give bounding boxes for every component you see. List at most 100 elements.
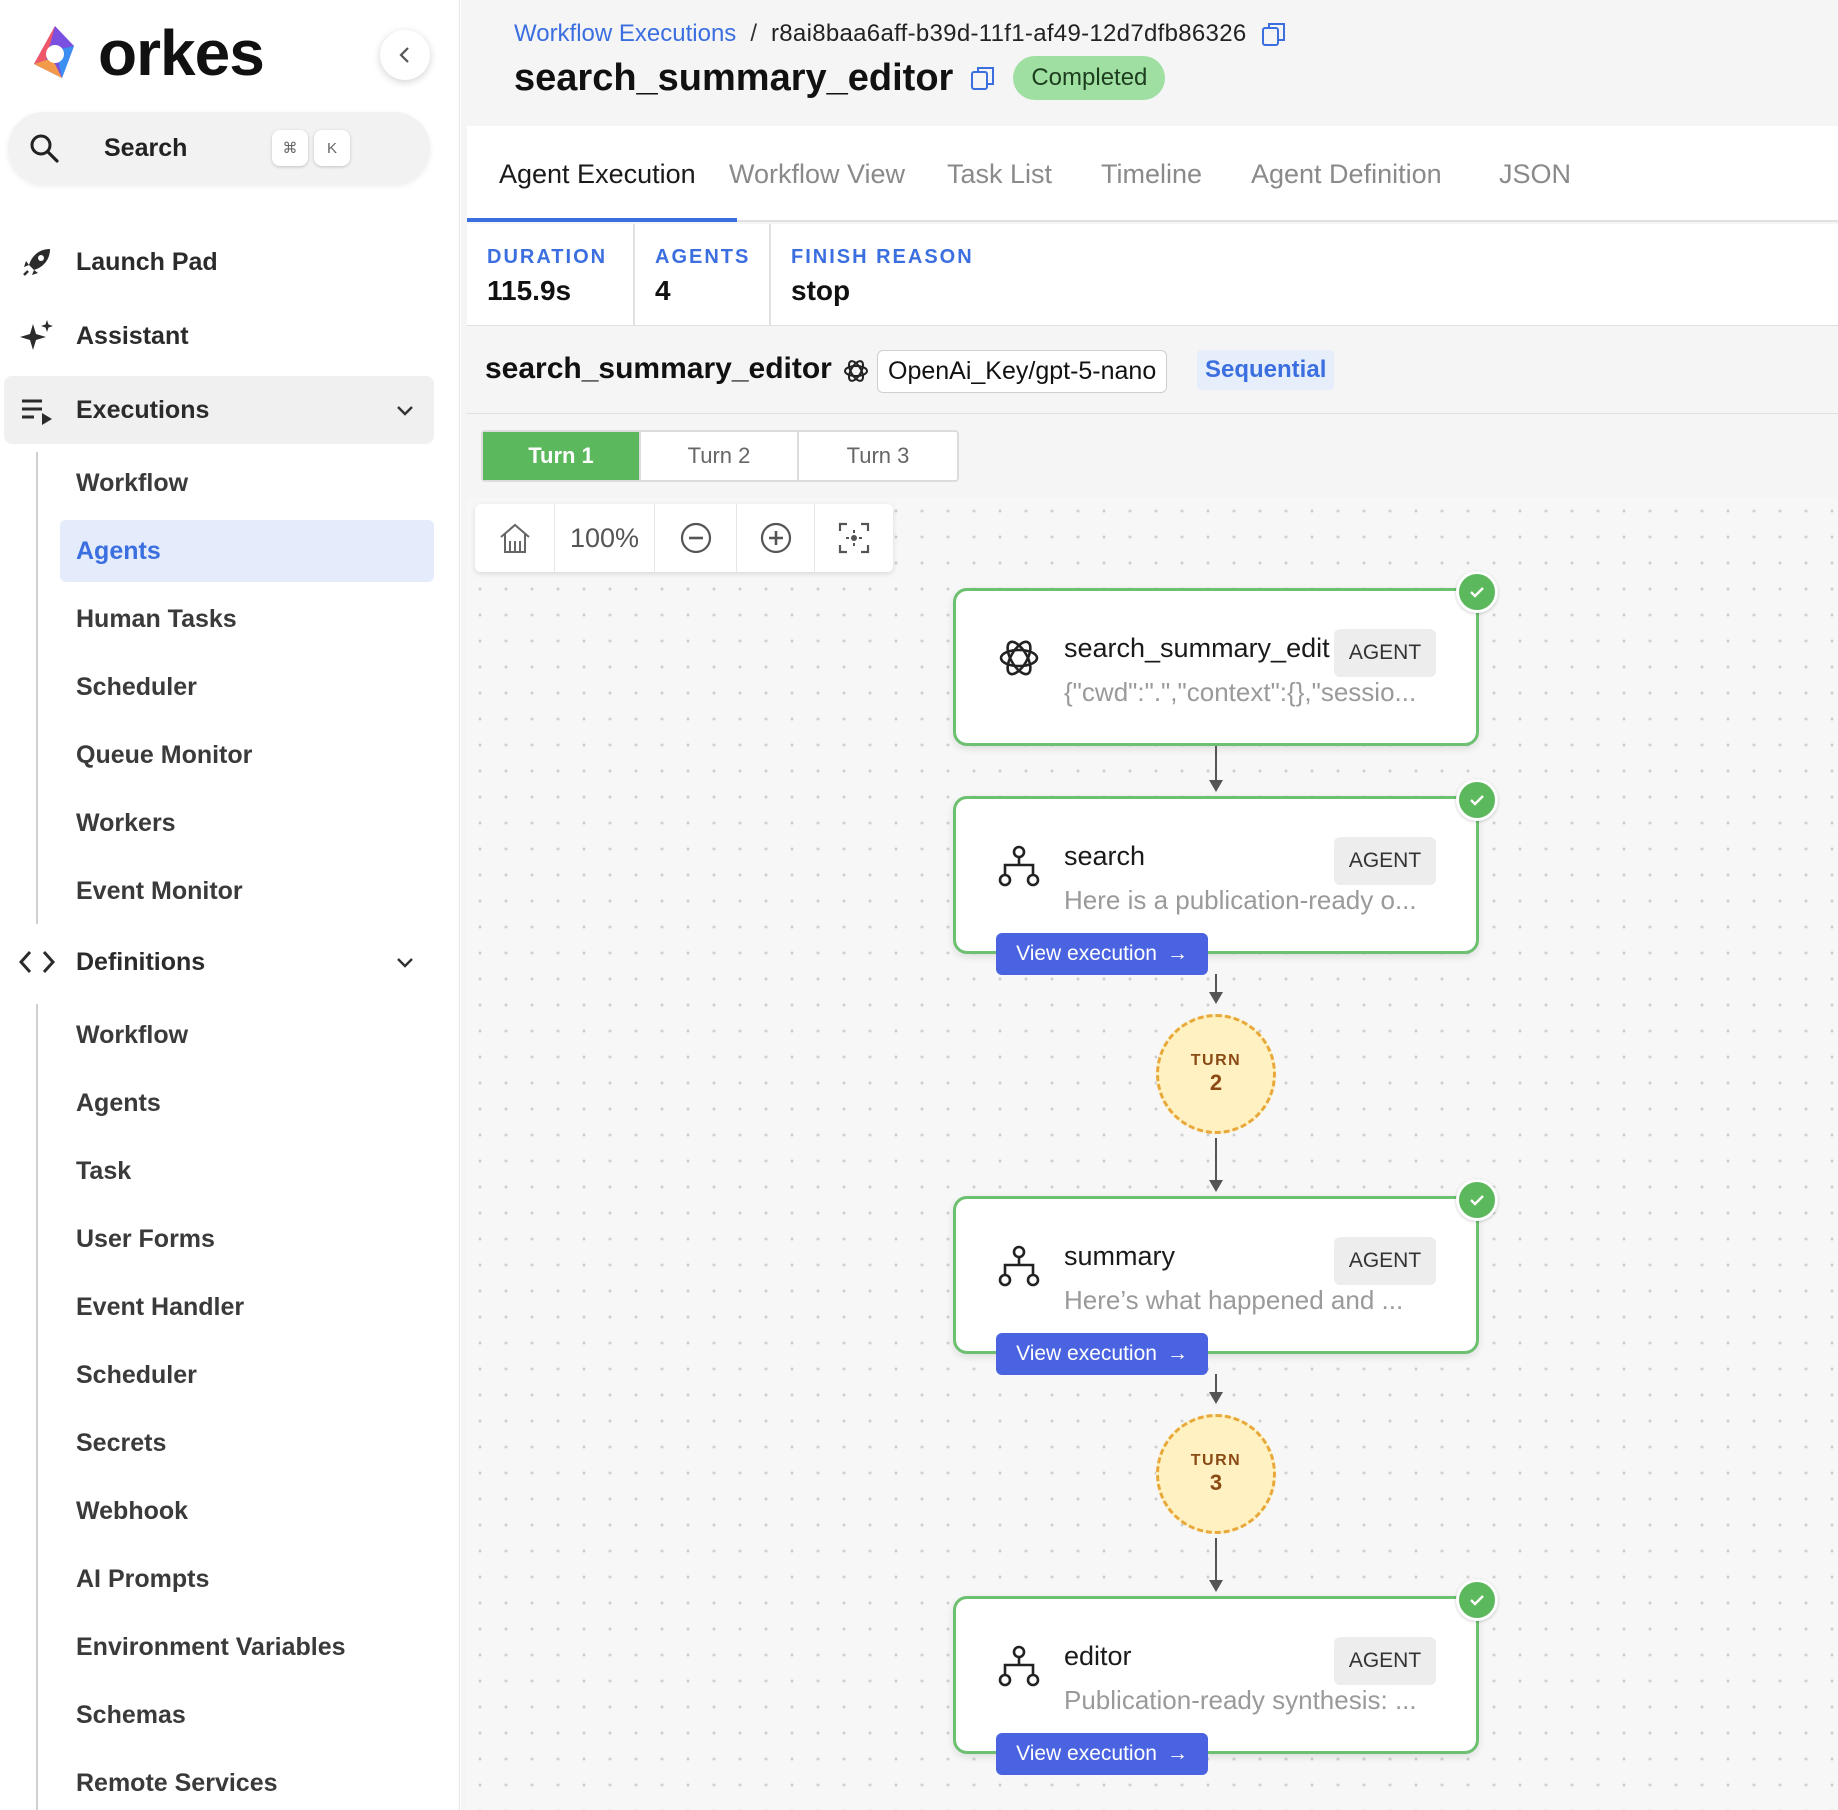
- arrow-right-icon: →: [1166, 942, 1188, 965]
- nav-assistant[interactable]: Assistant: [0, 304, 460, 368]
- search-label: Search: [104, 133, 188, 162]
- view-execution-button[interactable]: View execution →: [996, 933, 1208, 975]
- copy-icon[interactable]: [969, 64, 997, 92]
- def-ai-prompts-label: AI Prompts: [76, 1564, 210, 1593]
- def-workflow[interactable]: Workflow: [60, 1004, 434, 1066]
- tab-workflow-view[interactable]: Workflow View: [729, 126, 905, 222]
- zoom-out-button[interactable]: [655, 504, 737, 572]
- edge-arrowhead: [1209, 1392, 1223, 1404]
- tab-task-list[interactable]: Task List: [947, 126, 1052, 222]
- stat-duration-value: 115.9s: [487, 275, 572, 306]
- home-icon: [499, 523, 530, 553]
- nav-executions-label: Executions: [76, 395, 210, 424]
- chevron-down-icon: [397, 406, 413, 416]
- node-title: search_summary_edit: [1064, 633, 1330, 663]
- fit-view-button[interactable]: [815, 504, 893, 572]
- tab-agent-execution[interactable]: Agent Execution: [499, 126, 696, 222]
- def-task[interactable]: Task: [60, 1140, 434, 1202]
- exec-agents[interactable]: Agents: [60, 520, 434, 582]
- logo-text: orkes: [98, 17, 265, 89]
- turn-marker-number: 3: [1209, 1470, 1223, 1495]
- agent-node-search[interactable]: search AGENT Here is a publication-ready…: [953, 779, 1498, 975]
- shortcut-k-key: K: [314, 130, 350, 166]
- node-title: summary: [1064, 1241, 1176, 1271]
- agent-header: search_summary_editor OpenAi_Key/gpt-5-n…: [467, 328, 1838, 414]
- edge-arrowhead: [1209, 992, 1223, 1004]
- sidebar: orkes Search ⌘ K Launch Pad Assistant Ex…: [0, 0, 460, 1810]
- executions-list-icon: [18, 391, 56, 429]
- definitions-tree-line: [36, 1004, 38, 1810]
- search-input[interactable]: Search ⌘ K: [8, 112, 430, 184]
- tab-agent-definition[interactable]: Agent Definition: [1251, 126, 1442, 222]
- exec-workflow[interactable]: Workflow: [60, 452, 434, 514]
- turn-3-button[interactable]: Turn 3: [799, 432, 957, 480]
- node-output-preview: Here is a publication-ready o...: [1064, 885, 1417, 915]
- agent-node-editor[interactable]: editor AGENT Publication-ready synthesis…: [953, 1579, 1498, 1775]
- edge-connector: [1215, 974, 1217, 994]
- turn-2-button[interactable]: Turn 2: [641, 432, 799, 480]
- check-icon: [1456, 1179, 1498, 1221]
- code-brackets-icon: [18, 943, 56, 981]
- agent-node-search-summary-editor[interactable]: search_summary_edit AGENT {"cwd":".","co…: [953, 571, 1498, 746]
- view-execution-button[interactable]: View execution →: [996, 1333, 1208, 1375]
- def-schemas[interactable]: Schemas: [60, 1684, 434, 1746]
- stat-duration: DURATION 115.9s: [467, 224, 627, 326]
- exec-human-tasks[interactable]: Human Tasks: [60, 588, 434, 650]
- def-scheduler-label: Scheduler: [76, 1360, 197, 1389]
- execution-id: r8ai8baa6aff-b39d-11f1-af49-12d7dfb86326: [770, 20, 1247, 47]
- zoom-level: 100%: [555, 504, 655, 572]
- nav-executions[interactable]: Executions: [0, 378, 460, 442]
- tab-timeline[interactable]: Timeline: [1101, 126, 1202, 222]
- nav-launch-pad[interactable]: Launch Pad: [0, 230, 460, 294]
- rocket-icon: [18, 243, 56, 281]
- stat-finish-label: FINISH REASON: [791, 246, 974, 268]
- zoom-in-icon: [760, 522, 791, 554]
- orkes-logo[interactable]: orkes: [22, 17, 265, 89]
- stat-agents: AGENTS 4: [635, 224, 770, 326]
- view-execution-button[interactable]: View execution →: [996, 1733, 1208, 1775]
- exec-queue-monitor[interactable]: Queue Monitor: [60, 724, 434, 786]
- page-title: search_summary_editor: [514, 56, 954, 99]
- executions-tree-line: [36, 452, 38, 924]
- model-chip: OpenAi_Key/gpt-5-nano: [877, 350, 1168, 393]
- agent-tree-icon: [998, 1645, 1040, 1687]
- def-event-handler[interactable]: Event Handler: [60, 1276, 434, 1338]
- node-title: editor: [1064, 1641, 1132, 1671]
- nav-definitions[interactable]: Definitions: [0, 930, 460, 994]
- view-execution-label: View execution: [1016, 942, 1157, 965]
- stat-agents-label: AGENTS: [655, 246, 751, 268]
- def-ai-prompts[interactable]: AI Prompts: [60, 1548, 434, 1610]
- def-webhook[interactable]: Webhook: [60, 1480, 434, 1542]
- def-remote-services-label: Remote Services: [76, 1768, 278, 1797]
- edge-arrowhead: [1209, 1580, 1223, 1592]
- def-remote-services[interactable]: Remote Services: [60, 1752, 434, 1810]
- breadcrumb-workflow-executions[interactable]: Workflow Executions: [514, 20, 736, 48]
- exec-event-monitor[interactable]: Event Monitor: [60, 860, 434, 922]
- copy-icon[interactable]: [1260, 20, 1288, 48]
- exec-workers[interactable]: Workers: [60, 792, 434, 854]
- exec-scheduler-label: Scheduler: [76, 672, 197, 701]
- nav-definitions-label: Definitions: [76, 947, 206, 976]
- nav-launch-pad-label: Launch Pad: [76, 247, 218, 276]
- turn-1-button[interactable]: Turn 1: [483, 432, 641, 480]
- def-scheduler[interactable]: Scheduler: [60, 1344, 434, 1406]
- agent-node-summary[interactable]: summary AGENT Here’s what happened and .…: [953, 1179, 1498, 1375]
- def-webhook-label: Webhook: [76, 1496, 189, 1525]
- edge-arrowhead: [1209, 780, 1223, 792]
- collapse-sidebar-button[interactable]: [380, 30, 430, 80]
- exec-agents-label: Agents: [76, 536, 161, 565]
- def-user-forms[interactable]: User Forms: [60, 1208, 434, 1270]
- tab-json[interactable]: JSON: [1499, 126, 1571, 222]
- def-secrets[interactable]: Secrets: [60, 1412, 434, 1474]
- node-title: search: [1064, 841, 1146, 871]
- breadcrumb-separator: /: [750, 20, 757, 47]
- edge-arrowhead: [1209, 1180, 1223, 1192]
- home-button[interactable]: [475, 504, 555, 572]
- graph-canvas[interactable]: 100% search_summary_edit AGENT {"cwd":".…: [467, 498, 1838, 1810]
- node-type-tag: AGENT: [1334, 629, 1436, 677]
- zoom-out-icon: [680, 522, 711, 554]
- exec-scheduler[interactable]: Scheduler: [60, 656, 434, 718]
- zoom-in-button[interactable]: [737, 504, 815, 572]
- def-environment-variables[interactable]: Environment Variables: [60, 1616, 434, 1678]
- def-agents[interactable]: Agents: [60, 1072, 434, 1134]
